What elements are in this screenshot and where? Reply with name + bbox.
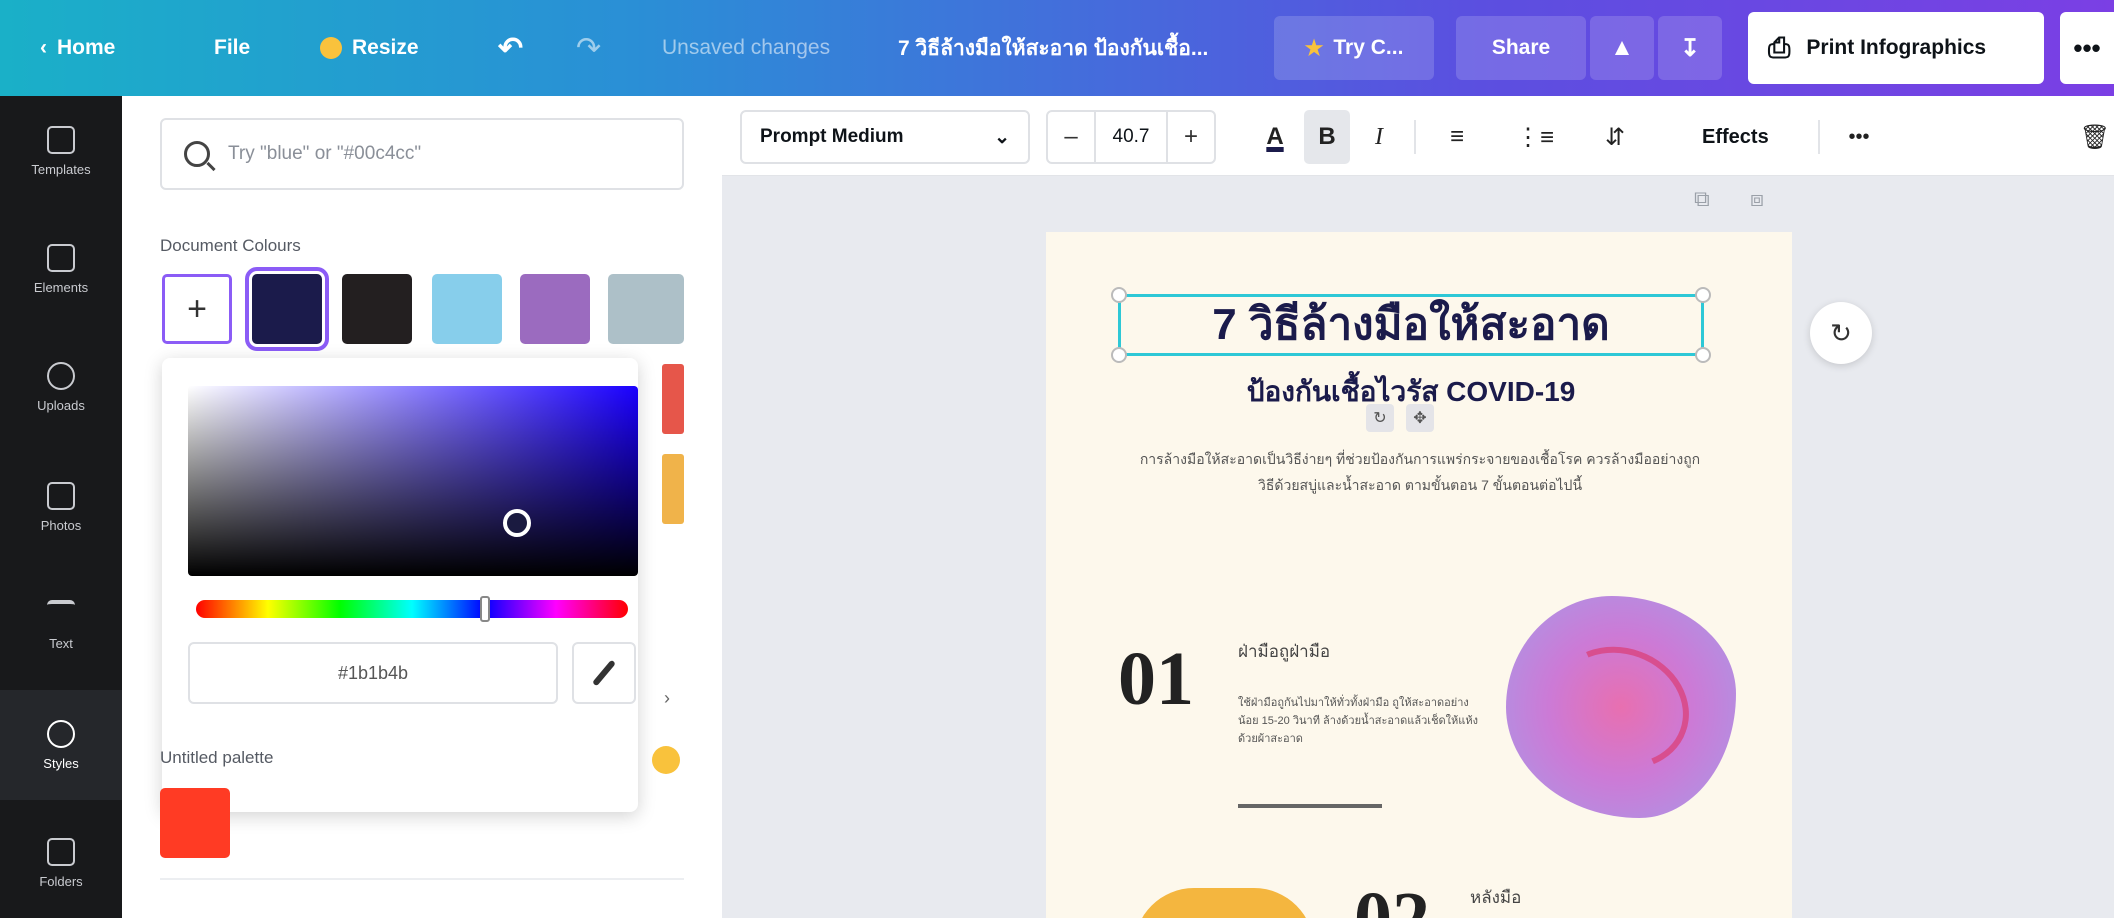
left-rail: Templates Elements Uploads Photos Text S… <box>0 96 122 918</box>
rotate-handle-icon[interactable]: ↻ <box>1366 404 1394 432</box>
text-colour-button[interactable]: A <box>1252 110 1298 164</box>
plus-icon: + <box>187 289 207 328</box>
colour-swatch[interactable] <box>342 274 412 344</box>
colour-swatch-partial[interactable] <box>662 364 684 434</box>
rail-item-photos[interactable]: Photos <box>0 452 122 562</box>
try-pro-button[interactable]: ★ Try C... <box>1274 16 1434 80</box>
colour-picker-popover <box>162 358 638 812</box>
palette-label: Untitled palette <box>160 748 274 767</box>
trash-icon[interactable]: 🗑 <box>2072 110 2114 164</box>
toolbar-divider <box>1414 120 1416 154</box>
cloud-upload-icon <box>47 361 75 390</box>
font-size-value[interactable]: 40.7 <box>1094 112 1168 162</box>
text-icon <box>47 599 75 628</box>
saturation-value-area[interactable] <box>188 386 638 576</box>
download-icon[interactable]: ↧ <box>1658 16 1722 80</box>
text-selection-box <box>1111 287 1711 363</box>
templates-icon <box>47 125 75 154</box>
infographic-intro-text[interactable]: การล้างมือให้สะอาดเป็นวิธีง่ายๆ ที่ช่วยป… <box>1138 446 1702 498</box>
document-colours-label: Document Colours <box>160 236 301 255</box>
resize-handle[interactable] <box>1111 347 1127 363</box>
colour-swatch[interactable] <box>608 274 684 344</box>
top-bar: ‹ Home File Resize ↶ ↷ Unsaved changes 7… <box>0 0 2114 96</box>
step-number[interactable]: 02 <box>1354 876 1430 918</box>
move-handle-icon[interactable]: ✥ <box>1406 404 1434 432</box>
step-number[interactable]: 01 <box>1118 636 1194 723</box>
font-size-increase-button[interactable]: + <box>1168 123 1214 151</box>
share-button[interactable]: Share <box>1456 16 1586 80</box>
colour-swatch[interactable] <box>520 274 590 344</box>
font-family-dropdown[interactable]: Prompt Medium ⌄ <box>740 110 1030 164</box>
chart-icon[interactable]: ▲ <box>1590 16 1654 80</box>
palette-colour-swatch[interactable] <box>160 788 230 858</box>
font-size-decrease-button[interactable]: – <box>1048 123 1094 151</box>
eyedropper-icon[interactable] <box>572 642 636 704</box>
more-options-button[interactable]: ••• <box>2060 12 2114 84</box>
redo-icon[interactable]: ↷ <box>576 0 601 96</box>
styles-icon <box>47 719 75 748</box>
hue-slider-handle[interactable] <box>480 596 491 622</box>
align-center-icon[interactable]: ≡ <box>1434 110 1480 164</box>
rail-item-text[interactable]: Text <box>0 570 122 680</box>
effects-button[interactable]: Effects <box>1702 110 1769 164</box>
font-size-stepper[interactable]: – 40.7 + <box>1046 110 1216 164</box>
save-status: Unsaved changes <box>662 36 831 59</box>
star-icon: ★ <box>1304 36 1324 60</box>
duplicate-page-icon[interactable]: ⧉ <box>1694 186 1710 212</box>
text-toolbar: Prompt Medium ⌄ – 40.7 + A B I ≡ ⋮≡ ⇵ Ef… <box>722 96 2114 176</box>
file-menu[interactable]: File <box>214 0 250 96</box>
folder-icon <box>47 837 75 866</box>
toolbar-divider <box>1818 120 1820 154</box>
home-button[interactable]: ‹ Home <box>40 0 115 96</box>
step-title[interactable]: ฝ่ามือถูฝ่ามือ <box>1238 638 1330 665</box>
colour-swatch-partial[interactable] <box>662 454 684 524</box>
crown-icon <box>320 37 342 59</box>
printer-icon: ⎙ <box>1768 31 1791 63</box>
chevron-left-icon: ‹ <box>40 36 47 59</box>
more-text-options-button[interactable]: ••• <box>1836 110 1882 164</box>
resize-handle[interactable] <box>1695 287 1711 303</box>
rail-item-templates[interactable]: Templates <box>0 96 122 206</box>
italic-button[interactable]: I <box>1356 110 1402 164</box>
colour-swatch[interactable] <box>432 274 502 344</box>
bold-button[interactable]: B <box>1304 110 1350 164</box>
saturation-value-handle[interactable] <box>502 508 531 537</box>
element-mini-toolbar: ↻ ✥ <box>1366 404 1434 432</box>
undo-icon[interactable]: ↶ <box>498 0 523 96</box>
resize-handle[interactable] <box>1111 287 1127 303</box>
scroll-indicator: › <box>664 688 670 708</box>
rail-item-folders[interactable]: Folders <box>0 808 122 918</box>
color-search-input[interactable] <box>228 143 648 165</box>
search-icon <box>184 141 210 167</box>
hue-slider[interactable] <box>196 596 628 622</box>
color-search-box[interactable] <box>160 118 684 190</box>
rail-item-elements[interactable]: Elements <box>0 214 122 324</box>
elements-icon <box>47 243 75 272</box>
step-description[interactable]: ใช้ฝ่ามือถูกันไปมาให้ทั่วทั้งฝ่ามือ ถูให… <box>1238 694 1486 748</box>
add-colour-button[interactable]: + <box>162 274 232 344</box>
resize-button[interactable]: Resize <box>320 0 419 96</box>
colour-swatch[interactable] <box>245 267 329 351</box>
rail-item-uploads[interactable]: Uploads <box>0 332 122 442</box>
resize-handle[interactable] <box>1695 347 1711 363</box>
document-title[interactable]: 7 วิธีล้างมือให้สะอาด ป้องกันเชื้อ... <box>898 0 1208 96</box>
photos-icon <box>47 481 75 510</box>
list-icon[interactable]: ⋮≡ <box>1512 110 1558 164</box>
chevron-down-icon: ⌄ <box>994 126 1010 148</box>
color-panel: Document Colours + › Untitled palette <box>122 96 722 918</box>
print-infographics-button[interactable]: ⎙ Print Infographics <box>1748 12 2044 84</box>
rotate-icon[interactable]: ↻ <box>1810 302 1872 364</box>
rail-item-styles[interactable]: Styles <box>0 690 122 800</box>
step-divider-line <box>1238 804 1382 808</box>
step-title[interactable]: หลังมือ <box>1470 884 1521 911</box>
palette-settings-icon[interactable] <box>652 746 680 774</box>
panel-divider <box>160 878 684 880</box>
add-page-icon[interactable]: ⧈ <box>1750 186 1764 212</box>
hex-colour-input[interactable] <box>188 642 558 704</box>
spacing-icon[interactable]: ⇵ <box>1592 110 1638 164</box>
